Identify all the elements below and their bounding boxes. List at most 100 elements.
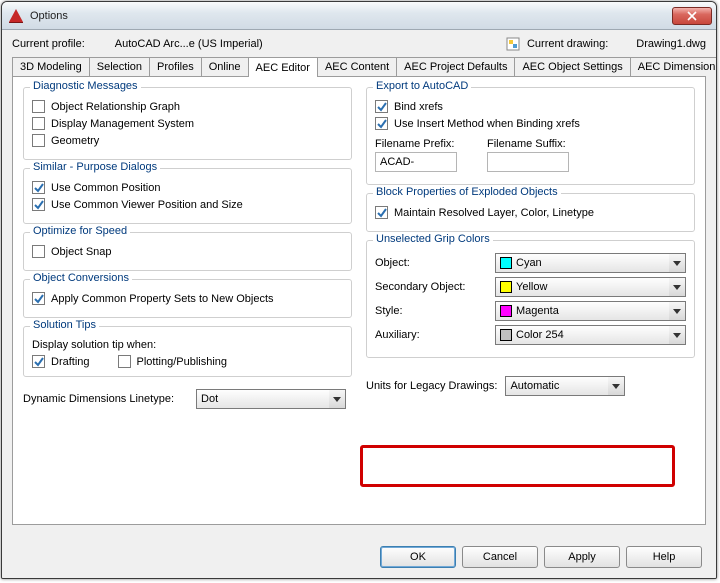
- label: Auxiliary:: [375, 329, 495, 341]
- label: Object Relationship Graph: [51, 101, 180, 113]
- label: Style:: [375, 305, 495, 317]
- tab-panel: Diagnostic Messages Object Relationship …: [12, 77, 706, 525]
- dd-value: Color 254: [516, 329, 564, 341]
- group-block-props: Block Properties of Exploded Objects Mai…: [366, 193, 695, 232]
- grip-object-dropdown[interactable]: Cyan: [495, 253, 686, 273]
- tab-aec-content[interactable]: AEC Content: [317, 57, 397, 76]
- app-icon: [8, 8, 24, 24]
- label: Object Snap: [51, 246, 112, 258]
- chevron-down-icon: [608, 377, 624, 395]
- header-row: Current profile: AutoCAD Arc...e (US Imp…: [12, 36, 706, 52]
- group-title: Object Conversions: [30, 272, 132, 284]
- group-diagnostic: Diagnostic Messages Object Relationship …: [23, 87, 352, 160]
- label: Plotting/Publishing: [137, 356, 228, 368]
- tab-online[interactable]: Online: [201, 57, 249, 76]
- label: Filename Suffix:: [487, 138, 569, 150]
- dd-value: Cyan: [516, 257, 542, 269]
- label: Secondary Object:: [375, 281, 495, 293]
- label: Use Insert Method when Binding xrefs: [394, 118, 580, 130]
- checkbox-bind-xrefs[interactable]: [375, 100, 388, 113]
- label: Geometry: [51, 135, 99, 147]
- drawing-value: Drawing1.dwg: [636, 38, 706, 50]
- group-title: Export to AutoCAD: [373, 80, 471, 92]
- color-swatch: [500, 305, 512, 317]
- tab-aec-editor[interactable]: AEC Editor: [248, 57, 318, 77]
- chevron-down-icon: [669, 302, 685, 320]
- titlebar[interactable]: Options: [2, 2, 716, 30]
- group-title: Solution Tips: [30, 319, 99, 331]
- group-optimize: Optimize for Speed Object Snap: [23, 232, 352, 271]
- legacy-label: Units for Legacy Drawings:: [366, 380, 497, 392]
- checkbox-org[interactable]: [32, 100, 45, 113]
- label: Apply Common Property Sets to New Object…: [51, 293, 274, 305]
- ok-button[interactable]: OK: [380, 546, 456, 568]
- apply-button[interactable]: Apply: [544, 546, 620, 568]
- group-title: Optimize for Speed: [30, 225, 130, 237]
- dynamic-dimensions-dropdown[interactable]: Dot: [196, 389, 346, 409]
- help-button[interactable]: Help: [626, 546, 702, 568]
- profile-value: AutoCAD Arc...e (US Imperial): [115, 38, 263, 50]
- dd-value: Automatic: [510, 380, 559, 392]
- profile-label: Current profile:: [12, 38, 85, 50]
- window-title: Options: [30, 10, 670, 22]
- label: Filename Prefix:: [375, 138, 457, 150]
- checkbox-common-pos[interactable]: [32, 181, 45, 194]
- label: Display Management System: [51, 118, 194, 130]
- color-swatch: [500, 329, 512, 341]
- checkbox-geometry[interactable]: [32, 134, 45, 147]
- tab-selection[interactable]: Selection: [89, 57, 150, 76]
- dd-value: Yellow: [516, 281, 547, 293]
- cancel-button[interactable]: Cancel: [462, 546, 538, 568]
- dialog-buttons: OK Cancel Apply Help: [380, 546, 702, 568]
- group-similar: Similar - Purpose Dialogs Use Common Pos…: [23, 168, 352, 224]
- client-area: Current profile: AutoCAD Arc...e (US Imp…: [2, 30, 716, 578]
- group-title: Similar - Purpose Dialogs: [30, 161, 160, 173]
- chevron-down-icon: [669, 278, 685, 296]
- color-swatch: [500, 281, 512, 293]
- group-title: Diagnostic Messages: [30, 80, 141, 92]
- grip-secondary-dropdown[interactable]: Yellow: [495, 277, 686, 297]
- group-export: Export to AutoCAD Bind xrefs Use Insert …: [366, 87, 695, 185]
- tab-aec-object-settings[interactable]: AEC Object Settings: [514, 57, 630, 76]
- group-title: Unselected Grip Colors: [373, 233, 493, 245]
- group-title: Block Properties of Exploded Objects: [373, 186, 561, 198]
- checkbox-drafting[interactable]: [32, 355, 45, 368]
- chevron-down-icon: [669, 254, 685, 272]
- label: Use Common Position: [51, 182, 160, 194]
- checkbox-insert-method[interactable]: [375, 117, 388, 130]
- options-window: Options Current profile: AutoCAD Arc...e…: [1, 1, 717, 579]
- ddl-label: Dynamic Dimensions Linetype:: [23, 393, 174, 405]
- checkbox-apply-common[interactable]: [32, 292, 45, 305]
- dd-value: Magenta: [516, 305, 559, 317]
- tabstrip: 3D Modeling Selection Profiles Online AE…: [12, 56, 706, 77]
- drawing-icon: [505, 36, 521, 52]
- label: Object:: [375, 257, 495, 269]
- label: Bind xrefs: [394, 101, 443, 113]
- tab-aec-project-defaults[interactable]: AEC Project Defaults: [396, 57, 515, 76]
- grip-auxiliary-dropdown[interactable]: Color 254: [495, 325, 686, 345]
- checkbox-common-viewer[interactable]: [32, 198, 45, 211]
- chevron-down-icon: [669, 326, 685, 344]
- group-solution-tips: Solution Tips Display solution tip when:…: [23, 326, 352, 377]
- chevron-down-icon: [329, 390, 345, 408]
- close-button[interactable]: [672, 7, 712, 25]
- legacy-units-dropdown[interactable]: Automatic: [505, 376, 625, 396]
- tab-profiles[interactable]: Profiles: [149, 57, 202, 76]
- checkbox-osnap[interactable]: [32, 245, 45, 258]
- filename-prefix-input[interactable]: [375, 152, 457, 172]
- dd-value: Dot: [201, 393, 218, 405]
- filename-suffix-input[interactable]: [487, 152, 569, 172]
- checkbox-maintain-resolved[interactable]: [375, 206, 388, 219]
- checkbox-plotting[interactable]: [118, 355, 131, 368]
- group-grip-colors: Unselected Grip Colors Object: Cyan Seco…: [366, 240, 695, 358]
- drawing-label: Current drawing:: [527, 38, 608, 50]
- tab-aec-dimension[interactable]: AEC Dimension: [630, 57, 717, 76]
- tab-3d-modeling[interactable]: 3D Modeling: [12, 57, 90, 76]
- grip-style-dropdown[interactable]: Magenta: [495, 301, 686, 321]
- label: Maintain Resolved Layer, Color, Linetype: [394, 207, 594, 219]
- highlight-legacy-units: [360, 445, 675, 487]
- checkbox-dms[interactable]: [32, 117, 45, 130]
- color-swatch: [500, 257, 512, 269]
- group-conversions: Object Conversions Apply Common Property…: [23, 279, 352, 318]
- label: Drafting: [51, 356, 90, 368]
